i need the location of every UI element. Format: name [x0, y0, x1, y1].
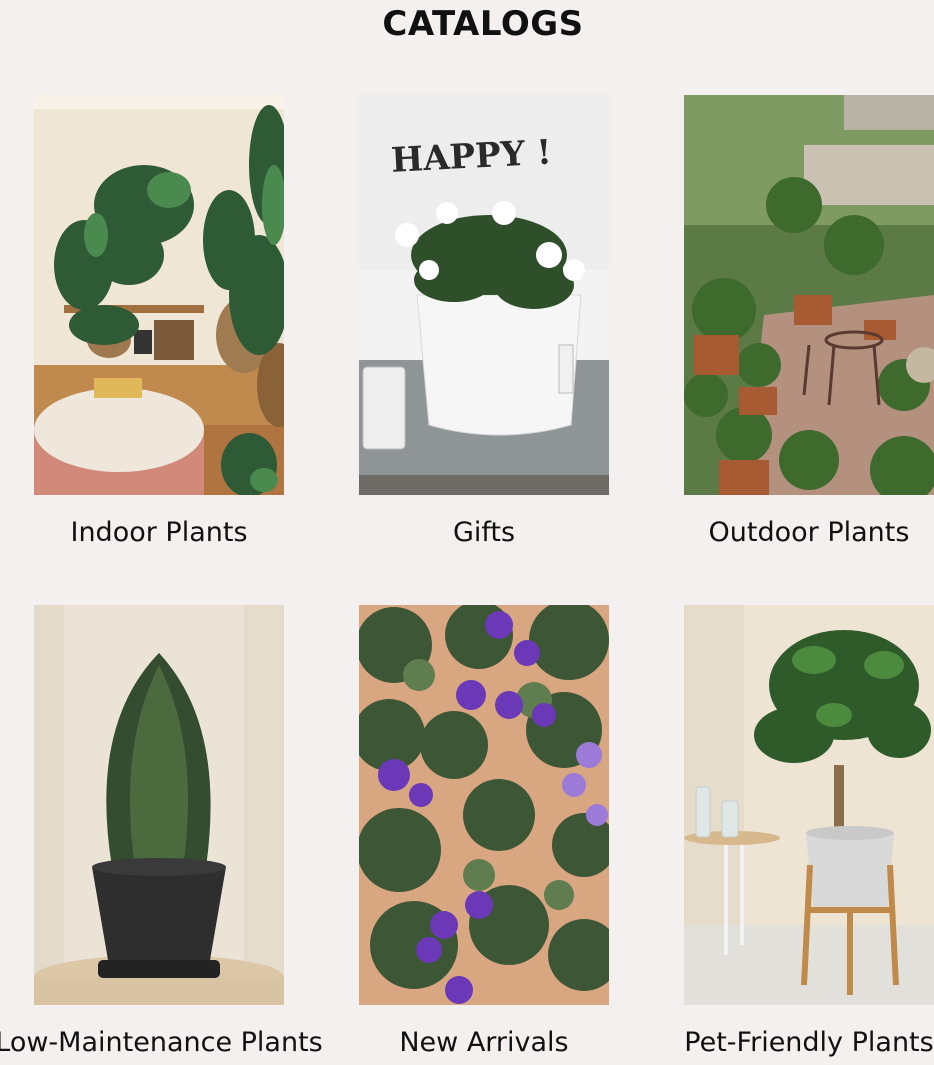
catalog-card-new-arrivals[interactable]: New Arrivals: [359, 605, 609, 1058]
page-title: CATALOGS: [382, 4, 584, 44]
outdoor-plants-photo: [684, 95, 934, 495]
svg-text:HAPPY !: HAPPY !: [390, 132, 553, 180]
catalog-label[interactable]: Low-Maintenance Plants: [0, 1023, 344, 1063]
catalog-label[interactable]: New Arrivals: [299, 1023, 669, 1063]
catalog-label[interactable]: Pet-Friendly Plants: [624, 1023, 934, 1063]
new-arrivals-photo: [359, 605, 609, 1005]
catalog-image-pet-friendly-plants[interactable]: [684, 605, 934, 1005]
catalog-card-indoor-plants[interactable]: Indoor Plants: [34, 95, 284, 548]
catalog-card-low-maintenance-plants[interactable]: Low-Maintenance Plants: [0, 605, 323, 1058]
catalog-image-outdoor-plants[interactable]: [684, 95, 934, 495]
pet-friendly-plants-photo: [684, 605, 934, 1005]
catalog-image-gifts[interactable]: HAPPY !: [359, 95, 609, 495]
catalog-card-outdoor-plants[interactable]: Outdoor Plants: [684, 95, 934, 548]
catalog-card-gifts[interactable]: HAPPY ! Gifts: [359, 95, 609, 548]
catalog-image-new-arrivals[interactable]: [359, 605, 609, 1005]
catalog-image-indoor-plants[interactable]: [34, 95, 284, 495]
catalog-image-low-maintenance-plants[interactable]: [34, 605, 284, 1005]
indoor-plants-photo: [34, 95, 284, 495]
low-maintenance-plants-photo: [34, 605, 284, 1005]
gifts-photo: HAPPY !: [359, 95, 609, 495]
catalog-label[interactable]: Indoor Plants: [0, 513, 344, 553]
catalog-label[interactable]: Gifts: [299, 513, 669, 553]
catalog-label[interactable]: Outdoor Plants: [624, 513, 934, 553]
catalog-card-pet-friendly-plants[interactable]: Pet-Friendly Plants: [684, 605, 934, 1058]
